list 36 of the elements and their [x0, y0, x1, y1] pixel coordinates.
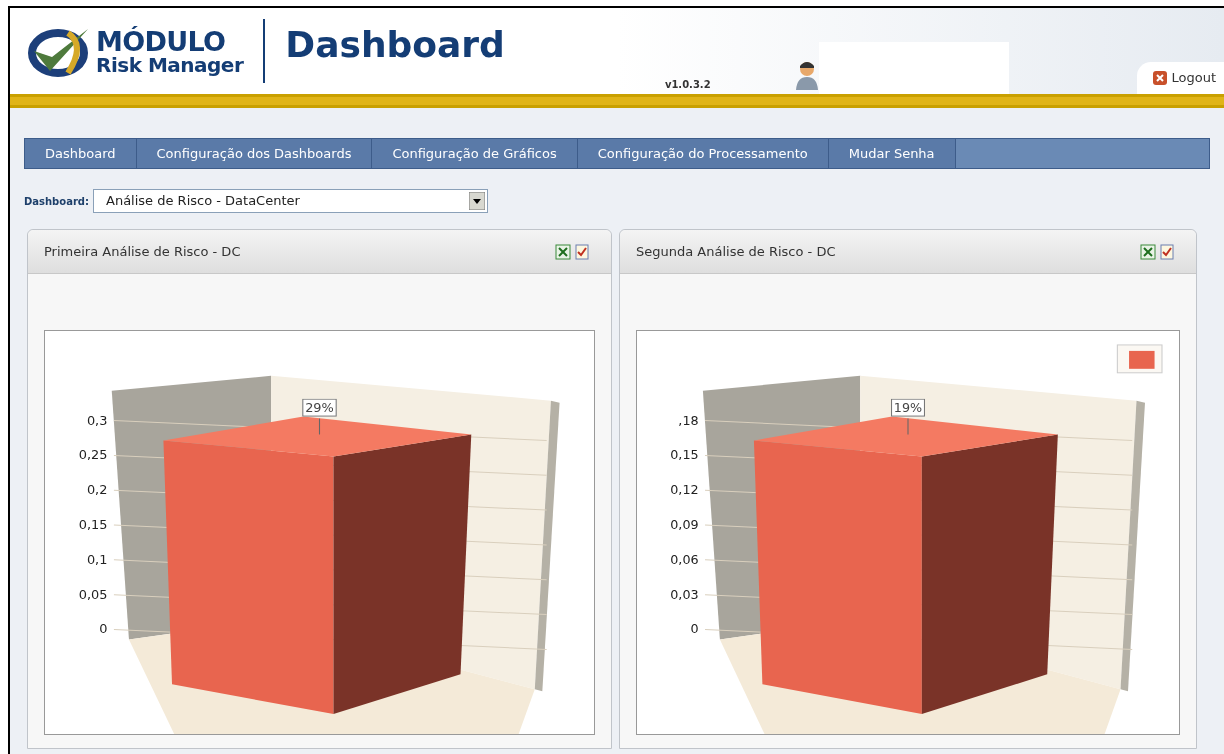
axis-tick-label: 0,09 — [670, 518, 699, 532]
spreadsheet-icon — [1140, 243, 1156, 260]
dashboard-select[interactable]: Análise de Risco - DataCenter — [93, 189, 488, 213]
axis-tick-label: 0,15 — [670, 448, 699, 463]
data-label: 19% — [890, 398, 926, 417]
nav-tab[interactable]: Configuração de Gráficos — [372, 139, 578, 168]
nav-tab[interactable]: Dashboard — [25, 139, 137, 168]
axis-tick-label: 0,2 — [86, 482, 108, 498]
brand-name: MÓDULO — [96, 27, 227, 55]
spreadsheet-icon — [555, 243, 571, 260]
nav-tab[interactable]: Mudar Senha — [828, 139, 956, 168]
axis-tick-label: 0,05 — [78, 587, 108, 602]
checklist-icon — [1160, 243, 1174, 260]
nav-tab[interactable]: Configuração dos Dashboards — [136, 139, 373, 168]
axis-tick-label: 0,03 — [670, 588, 699, 602]
dropdown-arrow-icon — [469, 192, 485, 210]
close-icon — [1153, 71, 1168, 85]
axis-tick-label: ,18 — [678, 413, 699, 428]
user-icon — [794, 60, 819, 90]
version-label: v1.0.3.2 — [664, 78, 711, 92]
axis-tick-label: 0,3 — [86, 413, 108, 428]
axis-tick-label: 0,25 — [78, 447, 108, 463]
data-label: 29% — [301, 398, 338, 417]
axis-tick-label: 0,15 — [78, 517, 108, 532]
axis-tick-label: 0 — [690, 622, 699, 637]
panel-title: Primeira Análise de Risco - DC — [44, 242, 241, 261]
checklist-icon — [575, 243, 589, 260]
page-title: Dashboard — [285, 23, 505, 67]
axis-tick-label: 0,12 — [670, 483, 699, 498]
axis-tick-label: 0,06 — [670, 553, 699, 567]
dashboard-label: Dashboard: — [24, 194, 89, 209]
brand-subtitle: Risk Manager — [96, 54, 244, 75]
axis-tick-label: 0 — [99, 622, 108, 637]
axis-tick-label: 0,1 — [86, 552, 108, 567]
nav-tab[interactable]: Configuração do Processamento — [577, 139, 829, 168]
panel-title: Segunda Análise de Risco - DC — [636, 242, 836, 261]
